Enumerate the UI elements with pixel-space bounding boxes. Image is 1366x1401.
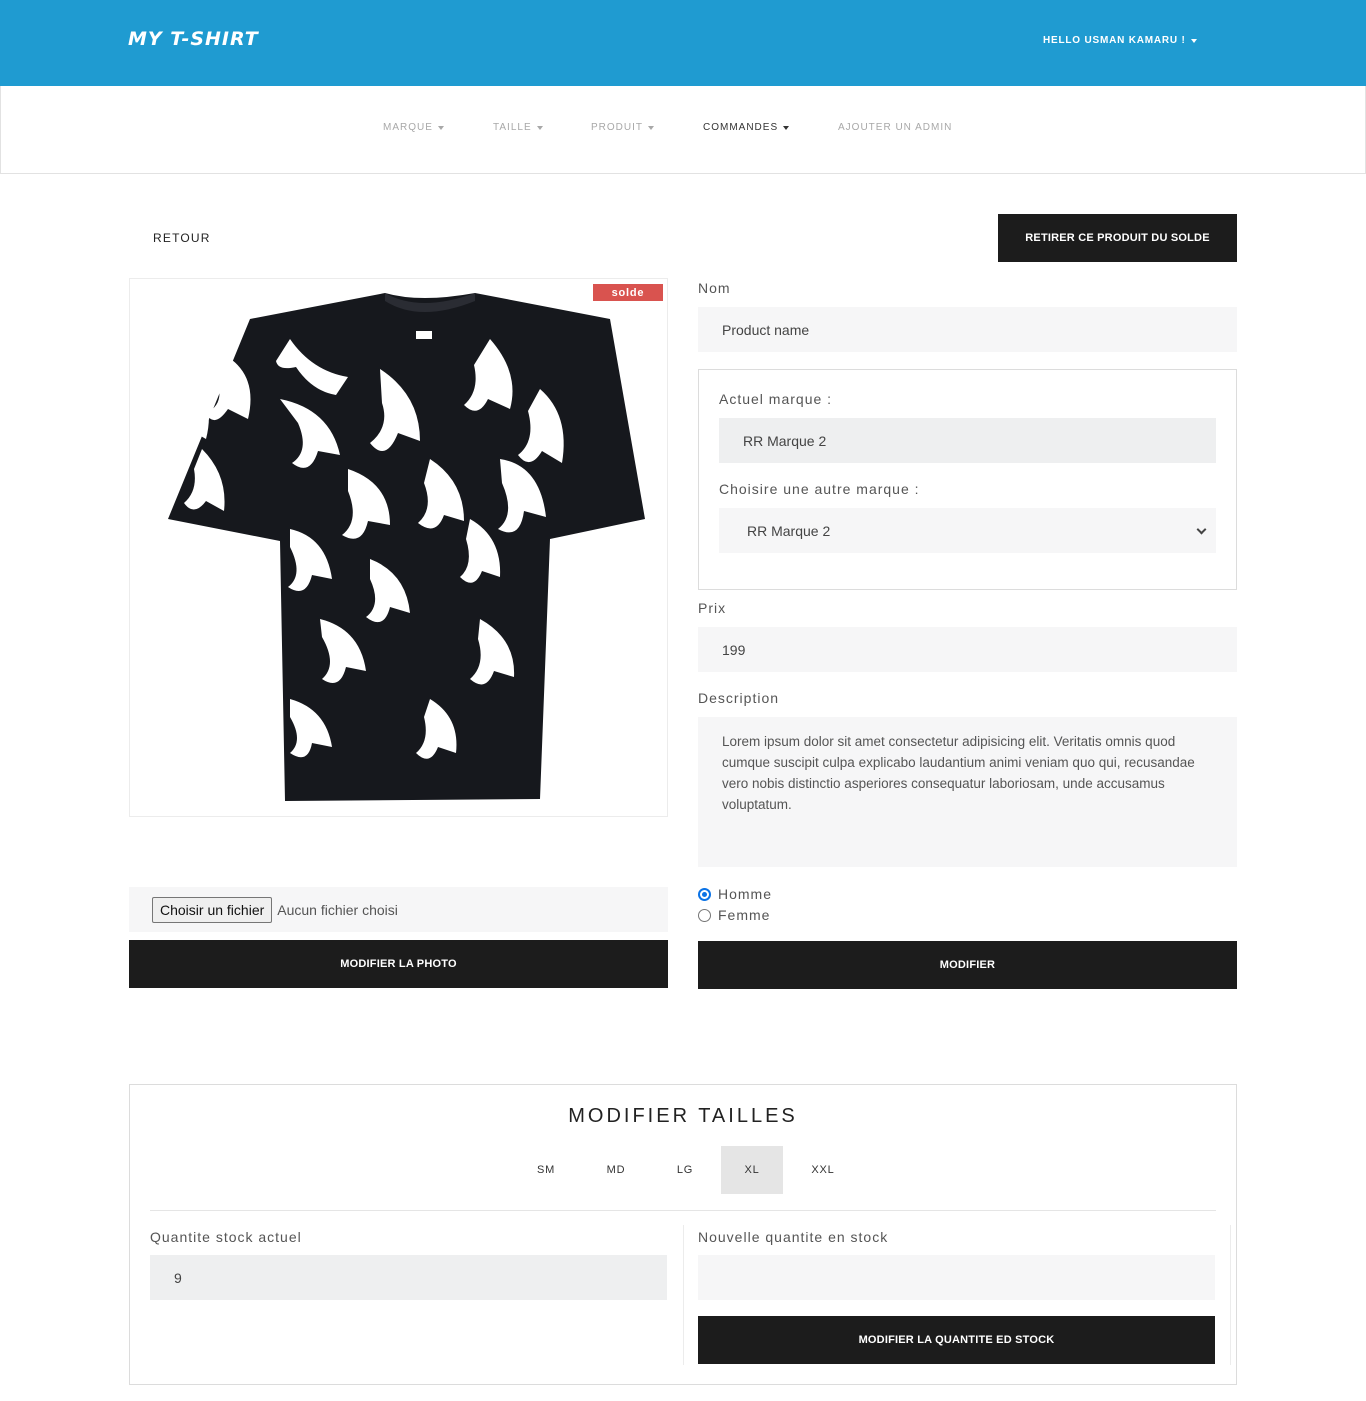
choose-brand-label: Choisire une autre marque : bbox=[719, 481, 920, 497]
caret-down-icon bbox=[1190, 38, 1197, 43]
sizes-title: MODIFIER TAILLES bbox=[568, 1105, 798, 1127]
nav-item-label: AJOUTER UN ADMIN bbox=[838, 122, 953, 133]
size-tab-sm[interactable]: SM bbox=[515, 1146, 577, 1194]
choose-file-button[interactable]: Choisir un fichier bbox=[152, 896, 273, 923]
brand-logo[interactable]: MY T-SHIRT bbox=[128, 28, 259, 50]
nav-item-label: TAILLE bbox=[493, 122, 532, 133]
nav-item-label: COMMANDES bbox=[703, 122, 779, 133]
nav-item-marque[interactable]: MARQUE bbox=[383, 122, 444, 133]
photo-file-input[interactable]: Choisir un fichier Aucun fichier choisi bbox=[129, 887, 668, 932]
user-greeting: HELLO USMAN KAMARU ! bbox=[1043, 35, 1186, 46]
size-tab-xxl[interactable]: XXL bbox=[792, 1146, 854, 1194]
caret-down-icon bbox=[648, 125, 654, 130]
radio-label: Femme bbox=[718, 907, 771, 923]
tshirt-image bbox=[168, 293, 645, 801]
size-tab-lg[interactable]: LG bbox=[654, 1146, 716, 1194]
divider bbox=[1230, 1225, 1231, 1365]
new-stock-label: Nouvelle quantite en stock bbox=[698, 1229, 889, 1245]
sizes-panel: MODIFIER TAILLES SM MD LG XL XXL Quantit… bbox=[129, 1084, 1237, 1385]
radio-checked-icon[interactable] bbox=[698, 887, 711, 901]
description-label: Description bbox=[698, 690, 780, 706]
brand-select-value: RR Marque 2 bbox=[747, 522, 831, 539]
nav-item-label: PRODUIT bbox=[591, 122, 643, 133]
submit-update-button[interactable]: MODIFIER bbox=[698, 941, 1237, 989]
description-textarea[interactable]: Lorem ipsum dolor sit amet consectetur a… bbox=[698, 717, 1237, 867]
current-brand-label: Actuel marque : bbox=[719, 391, 833, 407]
main-nav: MARQUE TAILLE PRODUIT COMMANDES AJOUTER … bbox=[0, 86, 1366, 174]
brand-select[interactable]: RR Marque 2 bbox=[719, 508, 1216, 553]
radio-femme[interactable]: Femme bbox=[698, 907, 770, 923]
radio-label: Homme bbox=[718, 886, 773, 902]
name-label: Nom bbox=[698, 280, 731, 296]
product-photo bbox=[129, 278, 668, 817]
file-status: Aucun fichier choisi bbox=[277, 901, 398, 918]
update-stock-button[interactable]: MODIFIER LA QUANTITE ED STOCK bbox=[698, 1316, 1215, 1364]
nav-item-commandes[interactable]: COMMANDES bbox=[703, 122, 790, 133]
nav-item-produit[interactable]: PRODUIT bbox=[591, 122, 654, 133]
current-stock-field: 9 bbox=[150, 1255, 667, 1300]
sale-badge: solde bbox=[593, 284, 663, 301]
price-input[interactable]: 199 bbox=[698, 627, 1237, 672]
remove-from-sale-button[interactable]: RETIRER CE PRODUIT DU SOLDE bbox=[998, 214, 1237, 262]
price-label: Prix bbox=[698, 600, 727, 616]
size-tab-md[interactable]: MD bbox=[585, 1146, 647, 1194]
divider bbox=[683, 1225, 684, 1365]
radio-homme[interactable]: Homme bbox=[698, 886, 772, 902]
back-link[interactable]: RETOUR bbox=[153, 231, 211, 245]
current-stock-label: Quantite stock actuel bbox=[150, 1229, 302, 1245]
caret-down-icon bbox=[437, 125, 444, 130]
nav-item-ajouter-admin[interactable]: AJOUTER UN ADMIN bbox=[838, 122, 952, 133]
user-menu[interactable]: HELLO USMAN KAMARU ! bbox=[1043, 35, 1197, 46]
nav-item-taille[interactable]: TAILLE bbox=[493, 122, 543, 133]
top-header: MY T-SHIRT HELLO USMAN KAMARU ! bbox=[0, 0, 1366, 86]
caret-down-icon bbox=[783, 125, 790, 130]
update-photo-button[interactable]: MODIFIER LA PHOTO bbox=[129, 940, 668, 988]
chevron-down-icon bbox=[1196, 524, 1207, 535]
current-brand-field: RR Marque 2 bbox=[719, 418, 1216, 463]
new-stock-input[interactable] bbox=[698, 1255, 1215, 1300]
caret-down-icon bbox=[536, 125, 543, 130]
divider bbox=[150, 1210, 1216, 1211]
size-tab-xl[interactable]: XL bbox=[721, 1146, 783, 1194]
radio-unchecked-icon[interactable] bbox=[698, 908, 711, 922]
nav-item-label: MARQUE bbox=[383, 122, 433, 133]
name-input[interactable]: Product name bbox=[698, 307, 1237, 352]
